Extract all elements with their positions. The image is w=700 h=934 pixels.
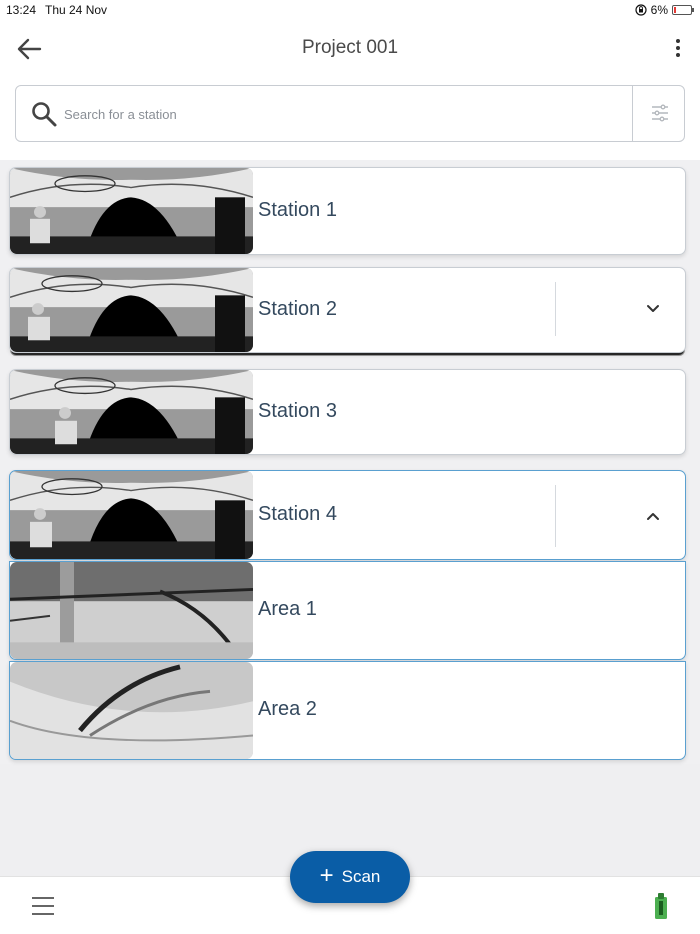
filter-button[interactable] — [632, 86, 684, 141]
area-label: Area 1 — [258, 598, 317, 620]
card-divider — [555, 485, 556, 547]
scanner-device-icon[interactable] — [652, 891, 670, 921]
area-label: Area 2 — [258, 698, 317, 720]
area-card[interactable]: Area 1 — [9, 561, 686, 660]
status-indicators: 6% — [635, 3, 694, 17]
orientation-lock-icon — [635, 4, 647, 16]
station-thumbnail — [10, 370, 253, 454]
search-bar — [15, 85, 685, 142]
search-input[interactable] — [64, 102, 624, 126]
search-icon — [32, 102, 57, 127]
station-label: Station 2 — [258, 298, 337, 320]
area-thumbnail — [10, 662, 253, 759]
status-date: Thu 24 Nov — [45, 3, 108, 17]
plus-icon: + — [319, 862, 334, 889]
station-label: Station 1 — [258, 199, 337, 221]
filter-sliders-icon — [652, 104, 668, 122]
battery-level — [674, 7, 676, 13]
station-card[interactable]: Station 1 — [9, 167, 686, 255]
station-thumbnail — [10, 168, 253, 254]
chevron-down-icon[interactable] — [642, 298, 664, 320]
status-bar: 13:24 Thu 24 Nov 6% — [0, 0, 700, 20]
page-title: Project 001 — [301, 37, 399, 58]
battery-icon — [672, 5, 694, 15]
station-card[interactable]: Station 2 — [9, 267, 686, 353]
scan-button[interactable]: + Scan — [290, 851, 410, 903]
card-divider — [555, 282, 556, 336]
area-card[interactable]: Area 2 — [9, 661, 686, 760]
station-card[interactable]: Station 3 — [9, 369, 686, 455]
search-area — [0, 78, 700, 160]
app-header: Project 001 — [0, 20, 700, 78]
area-thumbnail — [10, 562, 253, 659]
more-vertical-icon[interactable] — [670, 34, 686, 64]
station-label: Station 4 — [258, 503, 337, 525]
station-list: Station 1 Station 2 Station 3 Station 4 … — [0, 160, 700, 764]
chevron-up-icon[interactable] — [642, 505, 664, 527]
station-label: Station 3 — [258, 400, 337, 422]
station-thumbnail — [10, 268, 253, 352]
hamburger-menu-icon[interactable] — [30, 895, 56, 917]
status-time: 13:24 — [6, 3, 37, 17]
battery-percent: 6% — [650, 3, 668, 17]
scan-label: Scan — [341, 867, 381, 886]
station-card[interactable]: Station 4 — [9, 470, 686, 560]
station-thumbnail — [10, 471, 253, 559]
